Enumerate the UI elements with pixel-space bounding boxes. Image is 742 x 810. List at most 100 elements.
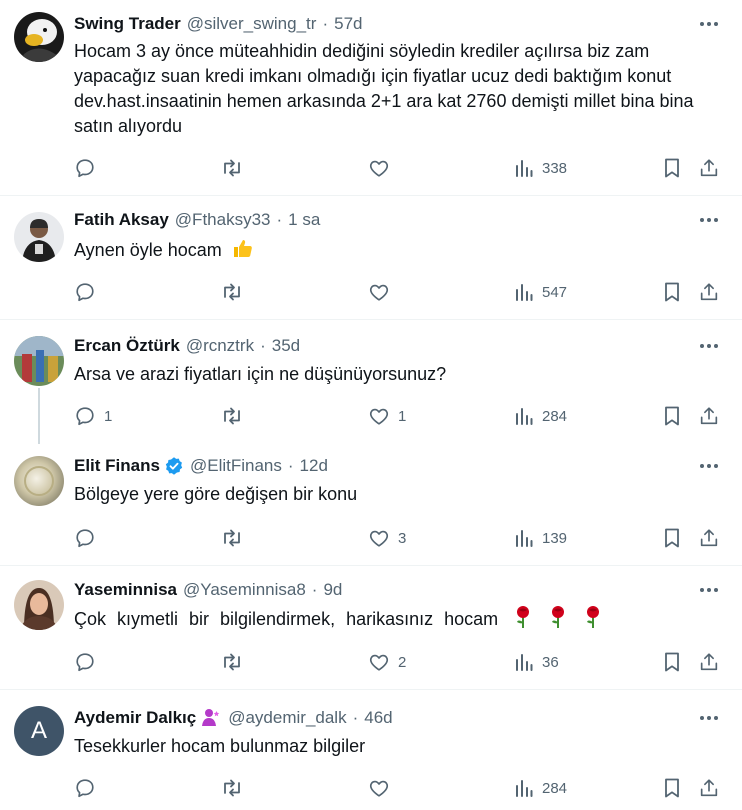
author-name[interactable]: Ercan Öztürk — [74, 336, 180, 356]
like-button[interactable] — [368, 155, 398, 181]
avatar[interactable]: A — [14, 706, 64, 756]
repost-button[interactable] — [220, 279, 252, 305]
reply-button[interactable] — [74, 279, 104, 305]
action-bar: 2 36 — [74, 649, 720, 675]
timestamp[interactable]: 1 sa — [288, 210, 320, 230]
action-bar: 338 — [74, 155, 720, 181]
timestamp[interactable]: 35d — [272, 336, 300, 356]
more-options-button[interactable] — [698, 335, 720, 357]
share-button[interactable] — [698, 403, 720, 429]
reply-icon — [76, 779, 94, 798]
views-icon — [516, 780, 533, 797]
views-count: 338 — [542, 159, 568, 177]
author-handle[interactable]: @aydemir_dalk — [228, 708, 346, 728]
reply-button[interactable] — [74, 775, 104, 801]
bookmark-button[interactable] — [662, 525, 682, 551]
author-handle[interactable]: @Fthaksy33 — [175, 210, 271, 230]
views-icon — [516, 530, 533, 547]
timestamp[interactable]: 9d — [323, 580, 342, 600]
reply-button[interactable]: 1 — [74, 403, 112, 429]
avatar[interactable] — [14, 12, 64, 62]
thread-line — [38, 388, 40, 444]
reply-button[interactable] — [74, 525, 104, 551]
author-handle[interactable]: @silver_swing_tr — [187, 14, 317, 34]
action-bar: 3 139 — [74, 525, 720, 551]
author-handle[interactable]: @ElitFinans — [190, 456, 282, 476]
bookmark-icon — [665, 158, 679, 178]
like-button[interactable]: 2 — [368, 649, 406, 675]
views-count: 284 — [542, 407, 568, 425]
views-button[interactable]: 139 — [514, 525, 567, 551]
author-name[interactable]: Elit Finans — [74, 456, 160, 476]
reply-button[interactable] — [74, 649, 104, 675]
like-button[interactable]: 1 — [368, 403, 406, 429]
more-options-button[interactable] — [698, 579, 720, 601]
author-name[interactable]: Yaseminnisa — [74, 580, 177, 600]
share-button[interactable] — [698, 649, 720, 675]
author-name[interactable]: Fatih Aksay — [74, 210, 169, 230]
repost-button[interactable] — [220, 403, 252, 429]
bookmark-icon — [665, 282, 679, 302]
action-bar: 1 1 284 — [74, 403, 720, 429]
like-button[interactable] — [368, 279, 398, 305]
repost-icon — [224, 407, 240, 425]
timestamp[interactable]: 46d — [364, 708, 392, 728]
heart-icon — [369, 284, 389, 301]
more-options-button[interactable] — [698, 707, 720, 729]
repost-button[interactable] — [220, 649, 252, 675]
views-button[interactable]: 284 — [514, 775, 567, 801]
more-options-button[interactable] — [698, 13, 720, 35]
reply-item[interactable]: A Aydemir Dalkıç @aydemir_dalk · 46d Tes… — [0, 690, 742, 810]
share-button[interactable] — [698, 279, 720, 305]
share-icon — [700, 407, 718, 425]
reply-text: Bölgeye yere göre değişen bir konu — [74, 484, 358, 504]
share-button[interactable] — [698, 525, 720, 551]
bookmark-button[interactable] — [662, 155, 682, 181]
reply-item[interactable]: Elit Finans @ElitFinans · 12d Bölgeye ye… — [0, 442, 742, 566]
repost-button[interactable] — [220, 775, 252, 801]
avatar[interactable] — [14, 580, 64, 630]
more-options-button[interactable] — [698, 455, 720, 477]
reply-icon — [76, 159, 94, 178]
reply-text: Hocam 3 ay önce müteahhidin dediğini söy… — [74, 41, 694, 136]
avatar[interactable] — [14, 336, 64, 386]
views-button[interactable]: 338 — [514, 155, 567, 181]
reply-item[interactable]: Swing Trader @silver_swing_tr · 57d Hoca… — [0, 0, 742, 196]
avatar[interactable] — [14, 456, 64, 506]
share-button[interactable] — [698, 155, 720, 181]
reply-item[interactable]: Yaseminnisa @Yaseminnisa8 · 9d Çok kıyme… — [0, 566, 742, 690]
reply-text: Çok kıymetli bir bilgilendirmek, harikas… — [74, 605, 714, 632]
bookmark-button[interactable] — [662, 279, 682, 305]
views-button[interactable]: 284 — [514, 403, 567, 429]
author-handle[interactable]: @Yaseminnisa8 — [183, 580, 306, 600]
like-button[interactable]: 3 — [368, 525, 406, 551]
timestamp[interactable]: 57d — [334, 14, 362, 34]
reply-text: Aynen öyle hocam — [74, 236, 714, 263]
author-handle[interactable]: @rcnztrk — [186, 336, 254, 356]
bookmark-icon — [665, 406, 679, 426]
avatar[interactable] — [14, 212, 64, 262]
views-button[interactable]: 36 — [514, 649, 559, 675]
author-name[interactable]: Swing Trader — [74, 14, 181, 34]
reply-item[interactable]: Ercan Öztürk @rcnztrk · 35d Arsa ve araz… — [0, 320, 742, 444]
author-name[interactable]: Aydemir Dalkıç — [74, 708, 196, 728]
repost-button[interactable] — [220, 155, 252, 181]
more-icon — [700, 22, 718, 26]
avatar-letter: A — [30, 717, 47, 744]
share-button[interactable] — [698, 775, 720, 801]
bookmark-button[interactable] — [662, 775, 682, 801]
repost-button[interactable] — [220, 525, 252, 551]
separator-dot: · — [322, 14, 329, 33]
like-button[interactable] — [368, 775, 398, 801]
views-count: 547 — [542, 283, 568, 301]
reply-count: 1 — [104, 407, 113, 425]
timestamp[interactable]: 12d — [300, 456, 328, 476]
bookmark-button[interactable] — [662, 649, 682, 675]
views-button[interactable]: 547 — [514, 279, 567, 305]
repost-icon — [224, 529, 240, 547]
reply-item[interactable]: Fatih Aksay @Fthaksy33 · 1 sa Aynen öyle… — [0, 196, 742, 320]
bookmark-button[interactable] — [662, 403, 682, 429]
heart-icon — [369, 780, 389, 797]
reply-button[interactable] — [74, 155, 104, 181]
more-options-button[interactable] — [698, 209, 720, 231]
